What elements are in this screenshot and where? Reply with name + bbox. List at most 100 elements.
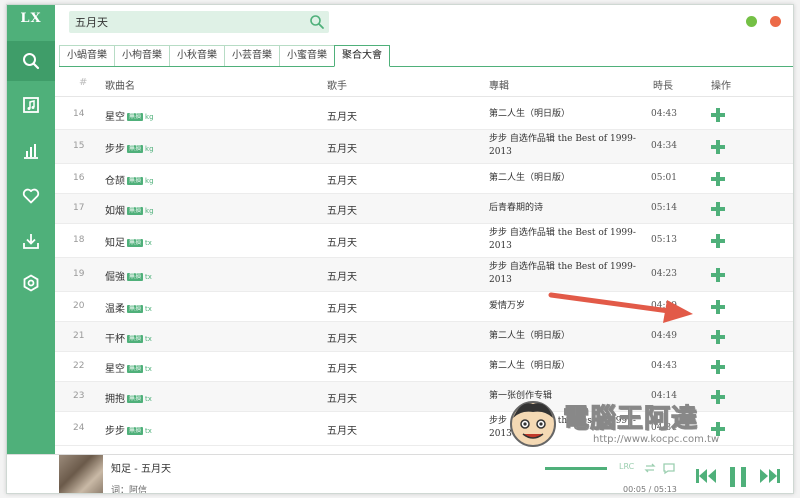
duration: 04:43: [651, 109, 677, 119]
add-icon[interactable]: [711, 172, 725, 186]
search-icon[interactable]: [309, 14, 325, 30]
header-duration: 時長: [653, 81, 673, 92]
song-name-cell[interactable]: 星空 無損 kg: [105, 108, 154, 123]
song-name-cell[interactable]: 如烟 無損 kg: [105, 202, 154, 217]
song-name-cell[interactable]: 知足 無損 tx: [105, 234, 152, 249]
table-row[interactable]: 15 步步 無損 kg 五月天 步步 自选作品辑 the Best of 1999-201…: [55, 130, 793, 164]
quality-badge: 無損: [127, 427, 144, 435]
song-name: 如烟: [105, 206, 125, 217]
source-tag: kg: [145, 113, 154, 121]
sidebar-item-settings[interactable]: [7, 263, 55, 303]
quality-badge: 無損: [127, 335, 144, 343]
row-number: 18: [73, 235, 85, 245]
singer-name[interactable]: 五月天: [327, 268, 357, 283]
album-name[interactable]: 步步 自选作品辑 the Best of 1999-2013: [489, 261, 649, 287]
duration: 05:13: [651, 235, 677, 245]
add-icon[interactable]: [711, 202, 725, 216]
singer-name[interactable]: 五月天: [327, 390, 357, 405]
player-bar: 知足 - 五月天 词：阿信 LRC 00:05 / 05:13: [7, 454, 793, 494]
duration: 05:14: [651, 203, 677, 213]
tab-source-5[interactable]: 小蜜音樂: [279, 45, 334, 67]
song-name: 知足: [105, 238, 125, 249]
table-row[interactable]: 16 仓颉 無損 kg 五月天 第二人生（明日版） 05:01: [55, 164, 793, 194]
song-name-cell[interactable]: 步步 無損 tx: [105, 422, 152, 437]
duration: 04:49: [651, 331, 677, 341]
row-number: 14: [73, 109, 85, 119]
add-icon[interactable]: [711, 140, 725, 154]
sidebar: LX: [7, 5, 55, 454]
sidebar-item-favorites[interactable]: [7, 176, 55, 216]
source-tag: kg: [145, 145, 154, 153]
album-name[interactable]: 后青春期的诗: [489, 202, 649, 215]
table-row[interactable]: 22 星空 無損 tx 五月天 第二人生（明日版） 04:43: [55, 352, 793, 382]
tab-source-3[interactable]: 小秋音樂: [169, 45, 224, 67]
add-icon[interactable]: [711, 300, 725, 314]
quality-badge: 無損: [127, 273, 144, 281]
singer-name[interactable]: 五月天: [327, 108, 357, 123]
singer-name[interactable]: 五月天: [327, 172, 357, 187]
row-number: 19: [73, 269, 85, 279]
source-tag: tx: [145, 273, 152, 281]
album-name[interactable]: 第二人生（明日版）: [489, 360, 649, 373]
add-icon[interactable]: [711, 268, 725, 282]
minimize-button[interactable]: [746, 16, 757, 27]
tab-source-4[interactable]: 小芸音樂: [224, 45, 279, 67]
song-name: 步步: [105, 144, 125, 155]
song-name-cell[interactable]: 仓颉 無損 kg: [105, 172, 154, 187]
tab-source-1[interactable]: 小蝸音樂: [59, 45, 114, 67]
song-name-cell[interactable]: 干杯 無損 tx: [105, 330, 152, 345]
table-row[interactable]: 18 知足 無損 tx 五月天 步步 自选作品辑 the Best of 1999-201…: [55, 224, 793, 258]
quality-badge: 無損: [127, 239, 144, 247]
album-name[interactable]: 步步 自选作品辑 the Best of 1999-2013: [489, 133, 649, 159]
source-tag: tx: [145, 305, 152, 313]
song-name-cell[interactable]: 温柔 無損 tx: [105, 300, 152, 315]
tab-aggregate[interactable]: 聚合大會: [334, 45, 390, 67]
song-name-cell[interactable]: 星空 無損 tx: [105, 360, 152, 375]
row-number: 15: [73, 141, 85, 151]
repeat-icon[interactable]: [643, 461, 657, 475]
album-name[interactable]: 第二人生（明日版）: [489, 172, 649, 185]
table-row[interactable]: 17 如烟 無損 kg 五月天 后青春期的诗 05:14: [55, 194, 793, 224]
lrc-toggle[interactable]: LRC: [619, 462, 634, 471]
album-cover[interactable]: [59, 455, 103, 493]
singer-name[interactable]: 五月天: [327, 202, 357, 217]
singer-name[interactable]: 五月天: [327, 360, 357, 375]
singer-name[interactable]: 五月天: [327, 422, 357, 437]
song-name-cell[interactable]: 步步 無損 kg: [105, 140, 154, 155]
add-icon[interactable]: [711, 108, 725, 122]
table-row[interactable]: 14 星空 無損 kg 五月天 第二人生（明日版） 04:43: [55, 100, 793, 130]
heart-icon: [22, 188, 40, 204]
album-name[interactable]: 步步 自选作品辑 the Best of 1999-2013: [489, 227, 649, 253]
watermark-url: http://www.kocpc.com.tw: [593, 434, 720, 445]
search-input[interactable]: [69, 11, 299, 33]
album-name[interactable]: 第二人生（明日版）: [489, 330, 649, 343]
singer-name[interactable]: 五月天: [327, 300, 357, 315]
add-icon[interactable]: [711, 234, 725, 248]
song-name-cell[interactable]: 倔強 無損 tx: [105, 268, 152, 283]
sidebar-item-song-list[interactable]: [7, 85, 55, 125]
album-name[interactable]: 第二人生（明日版）: [489, 108, 649, 121]
song-name-cell[interactable]: 拥抱 無損 tx: [105, 390, 152, 405]
sidebar-item-search[interactable]: [7, 41, 55, 81]
previous-icon[interactable]: [695, 467, 717, 485]
now-playing-lyric: 词：阿信: [111, 486, 148, 494]
comment-icon[interactable]: [662, 461, 676, 475]
sidebar-item-download[interactable]: [7, 221, 55, 261]
singer-name[interactable]: 五月天: [327, 330, 357, 345]
pause-icon[interactable]: [727, 467, 749, 487]
header-song-name: 歌曲名: [105, 81, 135, 92]
add-icon[interactable]: [711, 330, 725, 344]
close-button[interactable]: [770, 16, 781, 27]
singer-name[interactable]: 五月天: [327, 234, 357, 249]
next-icon[interactable]: [759, 467, 781, 485]
sidebar-item-leaderboard[interactable]: [7, 131, 55, 171]
singer-name[interactable]: 五月天: [327, 140, 357, 155]
watermark: 電腦王阿達 http://www.kocpc.com.tw: [507, 398, 782, 458]
duration: 04:23: [651, 269, 677, 279]
volume-bar[interactable]: [545, 467, 607, 470]
header-actions: 操作: [711, 81, 731, 92]
tab-source-2[interactable]: 小枸音樂: [114, 45, 169, 67]
row-number: 23: [73, 391, 85, 401]
add-icon[interactable]: [711, 360, 725, 374]
music-list-icon: [23, 97, 39, 113]
